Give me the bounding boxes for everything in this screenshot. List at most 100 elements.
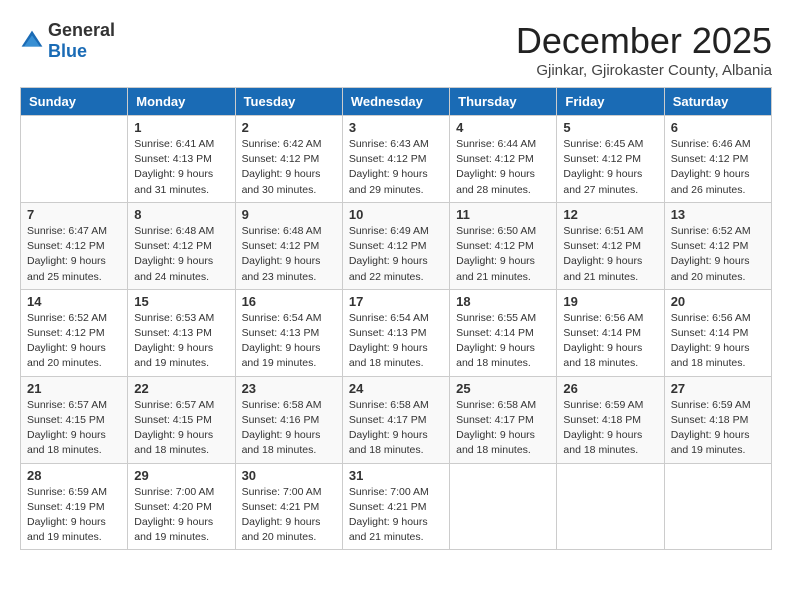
day-info: Sunrise: 6:51 AMSunset: 4:12 PMDaylight:… (563, 224, 657, 285)
page-header: General Blue December 2025 Gjinkar, Gjir… (20, 20, 772, 79)
month-title: December 2025 (516, 20, 772, 62)
calendar-cell: 5Sunrise: 6:45 AMSunset: 4:12 PMDaylight… (557, 116, 664, 203)
calendar-cell: 17 Sunrise: 6:54 AMSunset: 4:13 PMDayligh… (342, 289, 449, 376)
day-info: Sunrise: 7:00 AMSunset: 4:20 PMDaylight:… (134, 485, 228, 546)
day-number: 21 (27, 381, 121, 396)
day-info: Sunrise: 6:59 AMSunset: 4:18 PMDaylight:… (671, 398, 765, 459)
location-title: Gjinkar, Gjirokaster County, Albania (516, 62, 772, 79)
day-info: Sunrise: 6:47 AMSunset: 4:12 PMDaylight:… (27, 224, 121, 285)
day-info: Sunrise: 6:58 AMSunset: 4:17 PMDaylight:… (349, 398, 443, 459)
header-day-tuesday: Tuesday (235, 88, 342, 116)
calendar-cell: 23Sunrise: 6:58 AMSunset: 4:16 PMDayligh… (235, 376, 342, 463)
day-info: Sunrise: 6:57 AMSunset: 4:15 PMDaylight:… (134, 398, 228, 459)
header-day-monday: Monday (128, 88, 235, 116)
logo-text: General Blue (48, 20, 115, 62)
calendar-cell: 25Sunrise: 6:58 AMSunset: 4:17 PMDayligh… (450, 376, 557, 463)
calendar-cell: 20Sunrise: 6:56 AMSunset: 4:14 PMDayligh… (664, 289, 771, 376)
week-row-3: 14 Sunrise: 6:52 AMSunset: 4:12 PMDayligh… (21, 289, 772, 376)
day-info: Sunrise: 6:52 AMSunset: 4:12 PMDaylight:… (27, 311, 121, 372)
calendar-cell: 12 Sunrise: 6:51 AMSunset: 4:12 PMDayligh… (557, 202, 664, 289)
calendar-cell (664, 463, 771, 550)
calendar-cell: 11Sunrise: 6:50 AMSunset: 4:12 PMDayligh… (450, 202, 557, 289)
day-info: Sunrise: 7:00 AMSunset: 4:21 PMDaylight:… (242, 485, 336, 546)
calendar-table: SundayMondayTuesdayWednesdayThursdayFrid… (20, 87, 772, 550)
calendar-cell (21, 116, 128, 203)
calendar-cell: 7 Sunrise: 6:47 AMSunset: 4:12 PMDaylight… (21, 202, 128, 289)
calendar-cell: 21 Sunrise: 6:57 AMSunset: 4:15 PMDayligh… (21, 376, 128, 463)
logo-icon (20, 29, 44, 53)
header-day-sunday: Sunday (21, 88, 128, 116)
calendar-cell: 16 Sunrise: 6:54 AMSunset: 4:13 PMDayligh… (235, 289, 342, 376)
week-row-4: 21 Sunrise: 6:57 AMSunset: 4:15 PMDayligh… (21, 376, 772, 463)
title-block: December 2025 Gjinkar, Gjirokaster Count… (516, 20, 772, 79)
day-number: 23 (242, 381, 336, 396)
day-number: 30 (242, 468, 336, 483)
calendar-cell (450, 463, 557, 550)
day-info: Sunrise: 6:43 AMSunset: 4:12 PMDaylight:… (349, 137, 443, 198)
day-number: 19 (563, 294, 657, 309)
day-number: 17 (349, 294, 443, 309)
calendar-cell: 1 Sunrise: 6:41 AMSunset: 4:13 PMDaylight… (128, 116, 235, 203)
day-number: 31 (349, 468, 443, 483)
day-info: Sunrise: 6:54 AMSunset: 4:13 PMDaylight:… (242, 311, 336, 372)
calendar-header-row: SundayMondayTuesdayWednesdayThursdayFrid… (21, 88, 772, 116)
header-day-friday: Friday (557, 88, 664, 116)
day-info: Sunrise: 6:56 AMSunset: 4:14 PMDaylight:… (563, 311, 657, 372)
day-number: 28 (27, 468, 121, 483)
day-info: Sunrise: 6:56 AMSunset: 4:14 PMDaylight:… (671, 311, 765, 372)
day-info: Sunrise: 6:44 AMSunset: 4:12 PMDaylight:… (456, 137, 550, 198)
logo: General Blue (20, 20, 115, 62)
day-info: Sunrise: 6:49 AMSunset: 4:12 PMDaylight:… (349, 224, 443, 285)
calendar-cell: 18Sunrise: 6:55 AMSunset: 4:14 PMDayligh… (450, 289, 557, 376)
day-number: 27 (671, 381, 765, 396)
calendar-cell: 15 Sunrise: 6:53 AMSunset: 4:13 PMDayligh… (128, 289, 235, 376)
day-info: Sunrise: 6:46 AMSunset: 4:12 PMDaylight:… (671, 137, 765, 198)
day-number: 25 (456, 381, 550, 396)
day-number: 9 (242, 207, 336, 222)
day-number: 24 (349, 381, 443, 396)
day-number: 4 (456, 120, 550, 135)
day-info: Sunrise: 6:45 AMSunset: 4:12 PMDaylight:… (563, 137, 657, 198)
calendar-body: 1 Sunrise: 6:41 AMSunset: 4:13 PMDaylight… (21, 116, 772, 550)
day-info: Sunrise: 6:59 AMSunset: 4:19 PMDaylight:… (27, 485, 121, 546)
day-number: 16 (242, 294, 336, 309)
day-info: Sunrise: 6:53 AMSunset: 4:13 PMDaylight:… (134, 311, 228, 372)
calendar-cell: 13 Sunrise: 6:52 AMSunset: 4:12 PMDayligh… (664, 202, 771, 289)
calendar-cell: 14 Sunrise: 6:52 AMSunset: 4:12 PMDayligh… (21, 289, 128, 376)
calendar-cell: 4 Sunrise: 6:44 AMSunset: 4:12 PMDaylight… (450, 116, 557, 203)
calendar-cell: 6 Sunrise: 6:46 AMSunset: 4:12 PMDaylight… (664, 116, 771, 203)
day-number: 12 (563, 207, 657, 222)
day-number: 13 (671, 207, 765, 222)
day-info: Sunrise: 7:00 AMSunset: 4:21 PMDaylight:… (349, 485, 443, 546)
day-number: 3 (349, 120, 443, 135)
day-info: Sunrise: 6:54 AMSunset: 4:13 PMDaylight:… (349, 311, 443, 372)
calendar-cell (557, 463, 664, 550)
calendar-cell: 19 Sunrise: 6:56 AMSunset: 4:14 PMDayligh… (557, 289, 664, 376)
day-info: Sunrise: 6:57 AMSunset: 4:15 PMDaylight:… (27, 398, 121, 459)
day-info: Sunrise: 6:52 AMSunset: 4:12 PMDaylight:… (671, 224, 765, 285)
logo-blue: Blue (48, 41, 87, 61)
day-info: Sunrise: 6:42 AMSunset: 4:12 PMDaylight:… (242, 137, 336, 198)
day-number: 22 (134, 381, 228, 396)
day-info: Sunrise: 6:59 AMSunset: 4:18 PMDaylight:… (563, 398, 657, 459)
calendar-cell: 9Sunrise: 6:48 AMSunset: 4:12 PMDaylight… (235, 202, 342, 289)
day-number: 26 (563, 381, 657, 396)
calendar-cell: 24 Sunrise: 6:58 AMSunset: 4:17 PMDayligh… (342, 376, 449, 463)
week-row-5: 28 Sunrise: 6:59 AMSunset: 4:19 PMDayligh… (21, 463, 772, 550)
header-day-thursday: Thursday (450, 88, 557, 116)
day-number: 6 (671, 120, 765, 135)
calendar-cell: 26 Sunrise: 6:59 AMSunset: 4:18 PMDayligh… (557, 376, 664, 463)
day-number: 2 (242, 120, 336, 135)
day-number: 1 (134, 120, 228, 135)
day-number: 15 (134, 294, 228, 309)
calendar-cell: 8Sunrise: 6:48 AMSunset: 4:12 PMDaylight… (128, 202, 235, 289)
calendar-cell: 27 Sunrise: 6:59 AMSunset: 4:18 PMDayligh… (664, 376, 771, 463)
day-number: 8 (134, 207, 228, 222)
logo-general: General (48, 20, 115, 40)
day-number: 14 (27, 294, 121, 309)
day-info: Sunrise: 6:41 AMSunset: 4:13 PMDaylight:… (134, 137, 228, 198)
week-row-2: 7 Sunrise: 6:47 AMSunset: 4:12 PMDaylight… (21, 202, 772, 289)
day-number: 7 (27, 207, 121, 222)
header-day-wednesday: Wednesday (342, 88, 449, 116)
day-number: 10 (349, 207, 443, 222)
